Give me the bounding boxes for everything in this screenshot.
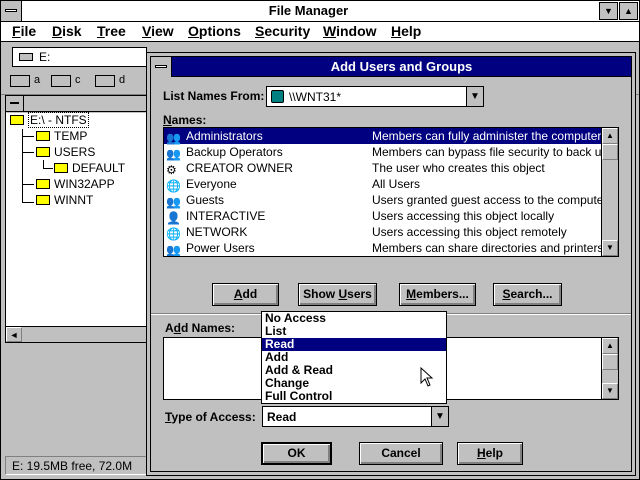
folder-icon	[36, 131, 50, 141]
scroll-left-icon[interactable]: ◄	[6, 327, 22, 342]
list-item[interactable]: 👥 Guests Users granted guest access to the…	[164, 192, 618, 209]
mouse-pointer-icon	[420, 367, 434, 387]
globe-icon: 🌐	[166, 179, 181, 193]
help-button[interactable]: Help	[457, 442, 523, 465]
scroll-up-icon[interactable]: ▲	[602, 128, 618, 144]
list-item[interactable]: 🌐 Everyone All Users	[164, 176, 602, 193]
network-icon: 🌐	[166, 227, 181, 241]
add-users-groups-dialog: Add Users and Groups List Names From: \\…	[146, 52, 636, 476]
type-of-access-label: Type of Access:	[165, 410, 256, 424]
type-of-access-combo[interactable]: Read ▼	[262, 406, 449, 427]
tree-item-win32app[interactable]: WIN32APP	[36, 177, 115, 192]
title-bar: File Manager ▼ ▲	[1, 1, 639, 22]
list-item[interactable]: 👤 INTERACTIVE Users accessing this object …	[164, 208, 602, 225]
group-icon: 👥	[166, 195, 181, 209]
tree-item-default[interactable]: DEFAULT	[54, 161, 125, 176]
open-folder-icon	[10, 115, 24, 125]
access-dropdown-list[interactable]: No Access List Read Add Add & Read Chang…	[261, 311, 447, 404]
menu-view[interactable]: View	[142, 22, 174, 41]
folder-icon	[36, 179, 50, 189]
folder-icon	[54, 163, 68, 173]
dialog-title-bar: Add Users and Groups	[151, 57, 631, 77]
system-menu-icon[interactable]	[1, 1, 22, 21]
menu-disk[interactable]: Disk	[52, 22, 82, 41]
list-item[interactable]: 👥 Power Users Members can share directorie…	[164, 240, 603, 257]
menu-file[interactable]: File	[12, 22, 36, 41]
directory-tree-window: E:\ - NTFS TEMP USERS DEFAULT WIN32APP W…	[5, 95, 148, 343]
list-item[interactable]: ⚙ CREATOR OWNER The user who creates this …	[164, 160, 602, 177]
computer-icon	[271, 90, 284, 103]
names-vertical-scrollbar[interactable]: ▲ ▼	[601, 128, 618, 256]
list-names-from-label: List Names From:	[163, 89, 265, 103]
hard-drive-icon	[51, 75, 71, 87]
add-names-vertical-scrollbar[interactable]: ▲ ▼	[601, 338, 618, 399]
drive-combo[interactable]: E:	[12, 47, 147, 67]
group-icon: 👥	[166, 147, 181, 161]
dialog-system-menu-icon[interactable]	[151, 57, 172, 77]
child-title-bar	[6, 96, 147, 112]
search-button[interactable]: Search...	[493, 283, 562, 306]
minimize-button[interactable]: ▼	[599, 2, 618, 20]
dropdown-arrow-icon[interactable]: ▼	[431, 407, 448, 426]
directory-tree: E:\ - NTFS TEMP USERS DEFAULT WIN32APP W…	[6, 112, 147, 326]
menu-bar: File Disk Tree View Options Security Win…	[1, 22, 639, 42]
list-item[interactable]: 👥 Administrators Members can fully adminis…	[164, 128, 618, 145]
scroll-down-icon[interactable]: ▼	[602, 383, 618, 399]
folder-icon	[36, 147, 50, 157]
horizontal-scrollbar[interactable]: ◄	[6, 326, 147, 342]
creator-owner-icon: ⚙	[166, 163, 177, 177]
hard-drive-icon	[95, 75, 115, 87]
access-option-no-access[interactable]: No Access	[262, 312, 446, 325]
add-names-label: Add Names:	[165, 321, 236, 335]
add-button[interactable]: Add	[212, 283, 279, 306]
names-listbox[interactable]: 👥 Administrators Members can fully adminis…	[163, 127, 619, 257]
access-option-full-control[interactable]: Full Control	[262, 390, 446, 403]
child-system-menu-icon[interactable]	[6, 96, 24, 111]
interactive-icon: 👤	[166, 211, 181, 225]
floppy-drive-icon	[10, 75, 30, 87]
cancel-button[interactable]: Cancel	[359, 442, 443, 465]
tree-item-temp[interactable]: TEMP	[36, 129, 87, 144]
tree-item-root[interactable]: E:\ - NTFS	[10, 112, 89, 128]
group-icon: 👥	[166, 243, 181, 257]
ok-button[interactable]: OK	[261, 442, 332, 465]
group-icon: 👥	[166, 131, 181, 145]
drive-icon	[19, 53, 33, 61]
list-item[interactable]: 👥 Backup Operators Members can bypass file…	[164, 144, 618, 161]
members-button[interactable]: Members...	[399, 283, 476, 306]
names-label: Names:	[163, 113, 207, 127]
scroll-thumb[interactable]	[602, 354, 618, 370]
menu-options[interactable]: Options	[188, 22, 241, 41]
status-bar: E: 19.5MB free, 72.0M	[5, 456, 148, 475]
scroll-down-icon[interactable]: ▼	[602, 240, 618, 256]
maximize-button[interactable]: ▲	[619, 2, 638, 20]
menu-tree[interactable]: Tree	[97, 22, 126, 41]
access-option-read[interactable]: Read	[262, 338, 446, 351]
menu-security[interactable]: Security	[255, 22, 310, 41]
window-title: File Manager	[268, 3, 349, 18]
show-users-button[interactable]: Show Users	[298, 283, 377, 306]
menu-help[interactable]: Help	[391, 22, 421, 41]
list-item[interactable]: 🌐 NETWORK Users accessing this object remo…	[164, 224, 602, 241]
tree-item-users[interactable]: USERS	[36, 145, 95, 160]
tree-item-winnt[interactable]: WINNT	[36, 193, 93, 208]
dropdown-arrow-icon[interactable]: ▼	[466, 87, 483, 106]
list-names-from-combo[interactable]: \\WNT31* ▼	[266, 86, 484, 107]
scroll-thumb[interactable]	[602, 144, 618, 160]
dialog-title: Add Users and Groups	[330, 59, 473, 74]
scroll-up-icon[interactable]: ▲	[602, 338, 618, 354]
menu-window[interactable]: Window	[323, 22, 377, 41]
folder-icon	[36, 195, 50, 205]
